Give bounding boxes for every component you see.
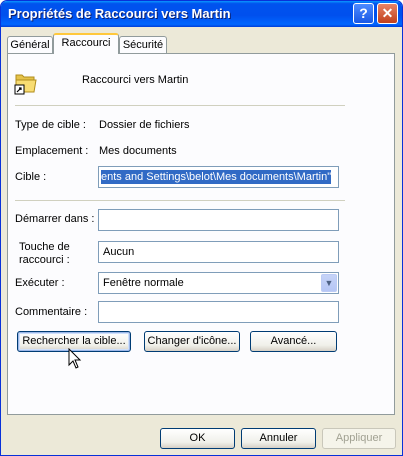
target-input[interactable]: ents and Settings\belot\Mes documents\Ma… — [98, 166, 339, 188]
apply-button[interactable]: Appliquer — [322, 428, 396, 449]
window-title: Propriétés de Raccourci vers Martin — [8, 6, 231, 21]
type-label: Type de cible : — [15, 119, 86, 131]
target-value: ents and Settings\belot\Mes documents\Ma… — [101, 170, 332, 184]
run-label: Exécuter : — [15, 277, 65, 289]
hotkey-label-line1: Touche de — [19, 241, 70, 253]
ok-button[interactable]: OK — [160, 428, 235, 449]
tab-security[interactable]: Sécurité — [119, 36, 167, 53]
separator — [15, 105, 345, 106]
close-button[interactable]: ✕ — [377, 3, 398, 24]
separator — [15, 200, 345, 201]
help-button[interactable]: ? — [353, 3, 374, 24]
shortcut-name: Raccourci vers Martin — [82, 74, 189, 86]
startin-label: Démarrer dans : — [15, 213, 95, 225]
target-label: Cible : — [15, 171, 47, 183]
change-icon-button[interactable]: Changer d'icône... — [144, 331, 240, 352]
type-value: Dossier de fichiers — [99, 119, 190, 131]
startin-input[interactable] — [98, 209, 339, 231]
advanced-button[interactable]: Avancé... — [250, 331, 337, 352]
properties-dialog: Propriétés de Raccourci vers Martin ? ✕ … — [0, 0, 403, 456]
comment-label: Commentaire : — [15, 306, 88, 318]
location-label: Emplacement : — [15, 145, 89, 157]
hotkey-label-line2: raccourci : — [19, 254, 70, 266]
folder-shortcut-icon — [14, 74, 37, 95]
mouse-pointer-icon — [68, 348, 82, 369]
tab-general[interactable]: Général — [7, 36, 53, 53]
tab-shortcut[interactable]: Raccourci — [53, 33, 119, 54]
run-select[interactable]: Fenêtre normale ▼ — [98, 272, 339, 294]
hotkey-input[interactable]: Aucun — [98, 241, 339, 263]
title-bar[interactable]: Propriétés de Raccourci vers Martin ? ✕ — [1, 1, 402, 27]
chevron-down-icon[interactable]: ▼ — [321, 274, 337, 292]
comment-input[interactable] — [98, 301, 339, 323]
cancel-button[interactable]: Annuler — [241, 428, 316, 449]
location-value: Mes documents — [99, 145, 177, 157]
tab-panel — [7, 53, 395, 415]
run-value: Fenêtre normale — [103, 277, 184, 289]
